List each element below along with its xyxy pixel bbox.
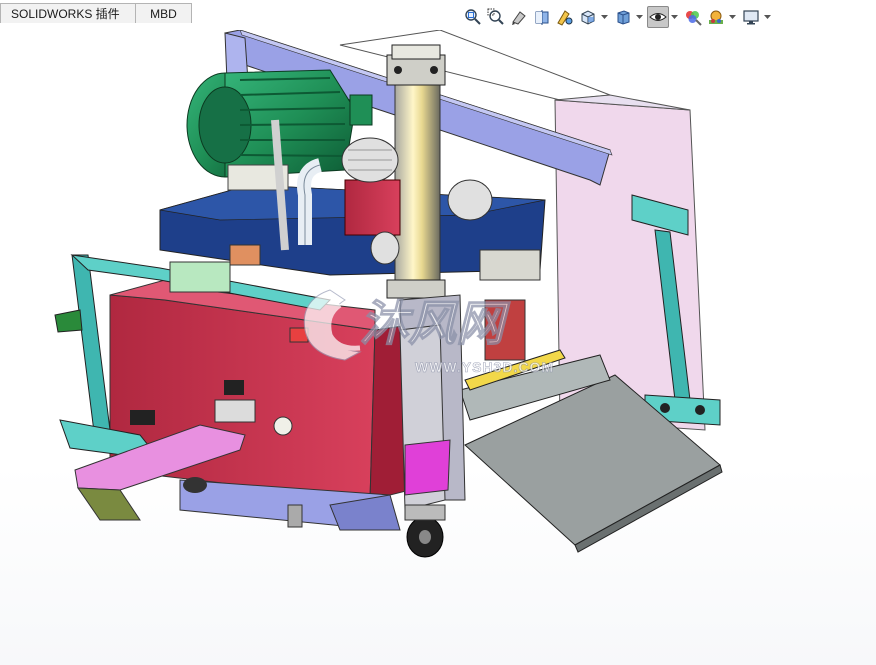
tab-mbd[interactable]: MBD: [136, 3, 192, 23]
view-orientation-icon[interactable]: [577, 6, 599, 28]
view-settings-dropdown[interactable]: [763, 6, 771, 28]
command-manager-tabs: SOLIDWORKS 插件 MBD: [0, 0, 192, 24]
previous-view-icon[interactable]: [508, 6, 530, 28]
section-view-icon[interactable]: [531, 6, 553, 28]
hide-show-dropdown[interactable]: [670, 6, 678, 28]
zoom-to-area-icon[interactable]: [485, 6, 507, 28]
tab-solidworks-addins[interactable]: SOLIDWORKS 插件: [0, 3, 136, 23]
view-orientation-dropdown[interactable]: [600, 6, 608, 28]
graphics-area[interactable]: 沐风网 WWW.YSH3D.COM: [0, 30, 876, 665]
heads-up-view-toolbar: [462, 4, 775, 30]
display-style-icon[interactable]: [612, 6, 634, 28]
apply-scene-dropdown[interactable]: [728, 6, 736, 28]
watermark-brand: 沐风网: [360, 296, 511, 352]
display-style-dropdown[interactable]: [635, 6, 643, 28]
edit-appearance-icon[interactable]: [682, 6, 704, 28]
pneumatic-cylinder: [386, 44, 446, 299]
dynamic-annotation-icon[interactable]: [554, 6, 576, 28]
apply-scene-icon[interactable]: [705, 6, 727, 28]
watermark-site: WWW.YSH3D.COM: [415, 359, 554, 375]
zoom-to-fit-icon[interactable]: [462, 6, 484, 28]
view-settings-icon[interactable]: [740, 6, 762, 28]
hide-show-items-icon[interactable]: [647, 6, 669, 28]
